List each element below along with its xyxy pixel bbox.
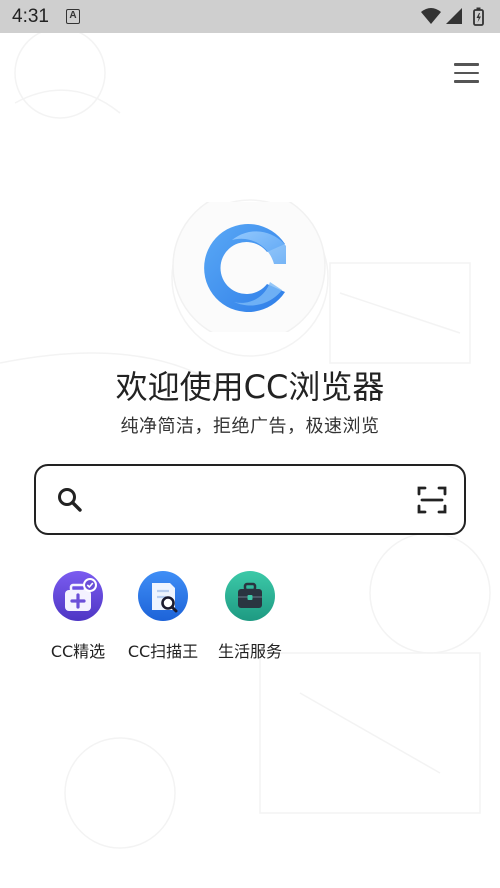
shortcut-grid: CC精选 CC扫描王 生活服务 (40, 568, 340, 668)
welcome-title: 欢迎使用CC浏览器 (115, 368, 385, 406)
cc-scanner-icon (138, 571, 188, 621)
cc-browser-logo (172, 189, 327, 343)
hamburger-menu-icon (453, 63, 479, 66)
status-bar: 4:31 A (0, 0, 500, 33)
wifi-icon (421, 8, 441, 24)
shortcut-label: 生活服务 (217, 642, 282, 661)
shortcut-life-service[interactable]: 生活服务 (207, 568, 293, 663)
scan-icon[interactable] (416, 484, 448, 516)
cc-featured-icon (53, 571, 103, 621)
menu-button[interactable] (448, 58, 484, 88)
notification-icon: A (66, 9, 80, 24)
search-icon[interactable] (56, 486, 84, 514)
shortcut-cc-featured[interactable]: CC精选 (35, 568, 121, 663)
cc-browser-logo-icon (172, 189, 326, 343)
status-time: 4:31 (12, 6, 49, 27)
status-icons (420, 7, 492, 27)
shortcut-cc-scanner[interactable]: CC扫描王 (120, 568, 206, 663)
life-service-icon (225, 571, 275, 621)
signal-icon (446, 8, 462, 24)
background-pattern (0, 33, 491, 849)
battery-icon (473, 7, 484, 26)
welcome-subtitle: 纯净简洁，拒绝广告，极速浏览 (120, 416, 380, 437)
shortcut-label: CC精选 (50, 642, 106, 661)
search-box[interactable] (34, 464, 466, 535)
search-input[interactable] (100, 478, 400, 522)
shortcut-label: CC扫描王 (127, 642, 199, 661)
